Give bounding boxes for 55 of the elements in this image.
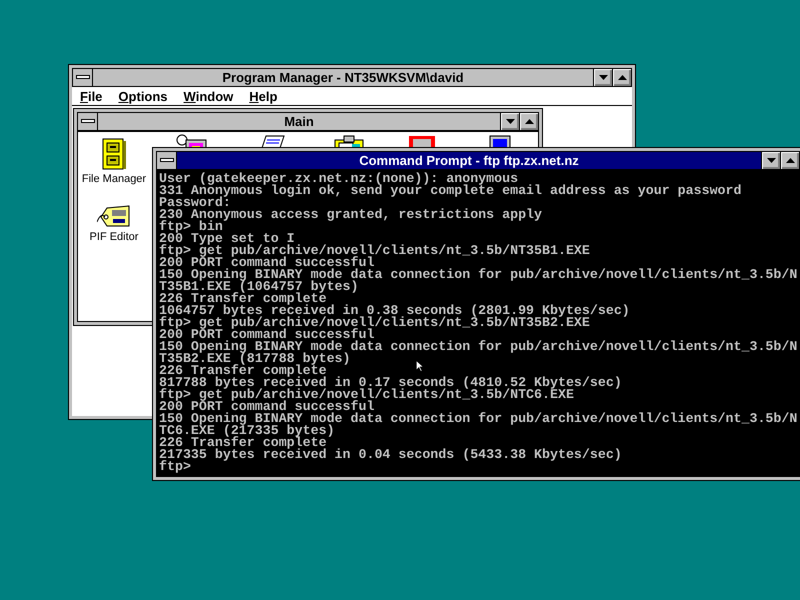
mouse-cursor-icon (415, 360, 424, 372)
system-menu-icon (76, 75, 90, 80)
file-cabinet-icon (102, 138, 126, 170)
console-line: 230 Anonymous access granted, restrictions apply (159, 209, 542, 221)
console-line: TC6.EXE (217335 bytes) (159, 425, 335, 437)
console-line: ftp> get pub/archive/novell/clients/nt_3.5b/NT35B2.EXE (159, 317, 590, 329)
console-line: 1064757 bytes received in 0.38 seconds (2801.99 Kbytes/sec) (159, 305, 630, 317)
console-line: 226 Transfer complete (159, 293, 327, 305)
console-line: 200 PORT command successful (159, 257, 374, 269)
maximize-button[interactable] (612, 69, 631, 86)
console-line: ftp> get pub/archive/novell/clients/nt_3.5b/NTC6.EXE (159, 389, 574, 401)
window-title: Main (98, 113, 500, 130)
console-line: ftp> get pub/archive/novell/clients/nt_3.5b/NT35B1.EXE (159, 245, 590, 257)
console-line: 150 Opening BINARY mode data connection for pub/archive/novell/clients/nt_3.5b/N (159, 413, 798, 425)
menu-item[interactable]: File (72, 88, 110, 104)
tag-icon (97, 204, 131, 228)
console-line: User (gatekeeper.zx.net.nz:(none)): anonymous (159, 173, 518, 185)
system-menu-button[interactable] (73, 69, 93, 86)
minimize-button[interactable] (593, 69, 612, 86)
system-menu-button[interactable] (78, 113, 98, 130)
up-arrow-icon (524, 119, 534, 124)
down-arrow-icon (598, 75, 608, 80)
window-title: Command Prompt - ftp ftp.zx.net.nz (177, 152, 761, 169)
up-arrow-icon (786, 158, 794, 163)
console-line: 150 Opening BINARY mode data connection for pub/archive/novell/clients/nt_3.5b/N (159, 269, 798, 281)
down-arrow-icon (506, 119, 514, 124)
console-line: 150 Opening BINARY mode data connection for pub/archive/novell/clients/nt_3.5b/N (159, 341, 798, 353)
console-line: T35B1.EXE (1064757 bytes) (159, 281, 358, 293)
maximize-button[interactable] (519, 113, 538, 130)
down-arrow-icon (766, 158, 776, 163)
menu-item[interactable]: Options (110, 88, 176, 104)
window-title: Program Manager - NT35WKSVM\david (93, 69, 593, 86)
console-line: 226 Transfer complete (159, 437, 327, 449)
console-line: T35B2.EXE (817788 bytes) (159, 353, 351, 365)
system-menu-icon (80, 119, 94, 124)
console-line: ftp> (159, 461, 191, 473)
system-menu-icon (160, 158, 174, 163)
maximize-button[interactable] (780, 152, 799, 169)
menu-item[interactable]: Help (241, 88, 286, 104)
console-line: 200 Type set to I (159, 233, 295, 245)
console-line: 217335 bytes received in 0.04 seconds (5433.38 Kbytes/sec) (159, 449, 622, 461)
up-arrow-icon (618, 75, 626, 80)
console-line: ftp> bin (159, 221, 223, 233)
console-line: Password: (159, 197, 231, 209)
console-line: 226 Transfer complete (159, 365, 327, 377)
console-line: 817788 bytes received in 0.17 seconds (4810.52 Kbytes/sec) (159, 377, 622, 389)
console-line: 200 PORT command successful (159, 401, 374, 413)
console-line: 200 PORT command successful (159, 329, 374, 341)
menu-item[interactable]: Window (176, 88, 242, 104)
icon-label[interactable]: PIF Editor (90, 231, 138, 243)
minimize-button[interactable] (761, 152, 780, 169)
console-line: 331 Anonymous login ok, send your complete email address as your password (159, 185, 742, 197)
minimize-button[interactable] (500, 113, 519, 130)
system-menu-button[interactable] (157, 152, 177, 169)
icon-label[interactable]: File Manager (82, 173, 146, 185)
